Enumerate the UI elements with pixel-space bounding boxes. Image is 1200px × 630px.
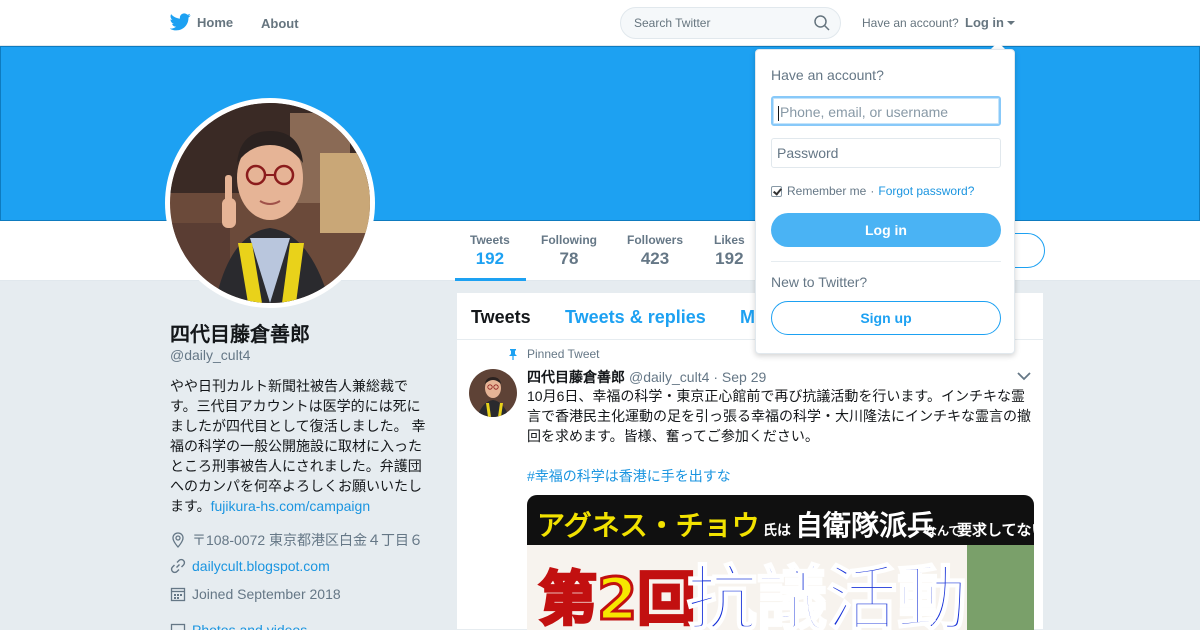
website-link[interactable]: dailycult.blogspot.com xyxy=(192,558,330,574)
pinned-label: Pinned Tweet xyxy=(507,347,600,361)
new-to-twitter-text: New to Twitter? xyxy=(771,274,868,290)
stat-label: Tweets xyxy=(470,233,510,247)
stat-label: Following xyxy=(541,233,597,247)
login-dropdown: Have an account? Phone, email, or userna… xyxy=(755,49,1015,354)
login-label: Log in xyxy=(965,15,1004,30)
joined-text: Joined September 2018 xyxy=(192,586,341,602)
username-placeholder: Phone, email, or username xyxy=(780,104,949,120)
dropdown-divider xyxy=(771,261,1001,262)
bio-link[interactable]: fujikura-hs.com/campaign xyxy=(211,498,371,514)
tab-tweets[interactable]: Tweets xyxy=(471,307,531,328)
profile-avatar[interactable] xyxy=(165,98,375,308)
dropdown-title: Have an account? xyxy=(771,67,884,83)
stat-value: 192 xyxy=(715,249,744,268)
stat-value: 423 xyxy=(640,249,670,268)
media-text-agnes: アグネス・チョウ xyxy=(537,509,760,542)
password-placeholder: Password xyxy=(777,145,839,161)
profile-joined: Joined September 2018 xyxy=(170,586,341,602)
active-stat-underline xyxy=(455,278,526,281)
stat-followers[interactable]: Followers 423 xyxy=(627,233,683,269)
tweet-avatar[interactable] xyxy=(469,369,517,417)
remember-me-checkbox[interactable] xyxy=(771,185,782,197)
avatar-photo xyxy=(170,103,370,303)
forgot-password-link[interactable]: Forgot password? xyxy=(878,184,974,198)
tweet-author-name[interactable]: 四代目藤倉善郎 xyxy=(527,367,625,387)
photos-link[interactable]: Photos and videos xyxy=(192,622,307,630)
stat-tweets[interactable]: Tweets 192 xyxy=(470,233,510,269)
profile-name: 四代目藤倉善郎 xyxy=(170,324,310,346)
top-navigation-bar: Home About Search Twitter Have an accoun… xyxy=(0,0,1200,46)
profile-location: 〒108-0072 東京都港区白金４丁目６ xyxy=(170,530,423,550)
caret-down-icon xyxy=(1007,20,1015,25)
tweet-author-handle[interactable]: @daily_cult4 xyxy=(629,369,709,385)
signup-button[interactable]: Sign up xyxy=(771,301,1001,335)
tweet-media-image[interactable]: アグネス・チョウ 氏は 自衛隊派兵 なんて 要求してない! 第2回 抗議活動 xyxy=(527,495,1034,630)
profile-website: dailycult.blogspot.com xyxy=(170,558,330,574)
location-pin-icon xyxy=(172,532,184,548)
bio-text: やや日刊カルト新聞社被告人兼総裁です。三代目アカウントは医学的には死にましたが四… xyxy=(170,378,426,514)
stat-value: 78 xyxy=(559,249,579,268)
search-input[interactable]: Search Twitter xyxy=(620,7,841,39)
remember-row: Remember me · Forgot password? xyxy=(771,184,974,198)
login-button[interactable]: Log in xyxy=(771,213,1001,247)
have-account-text: Have an account? xyxy=(862,16,959,30)
stat-label: Likes xyxy=(714,233,745,247)
password-field[interactable]: Password xyxy=(771,138,1001,168)
photo-icon xyxy=(170,623,186,630)
search-placeholder: Search Twitter xyxy=(634,16,711,30)
username-field[interactable]: Phone, email, or username xyxy=(771,96,1001,126)
tweet-hashtag[interactable]: #幸福の科学は香港に手を出すな xyxy=(527,466,731,486)
media-text-demand: 要求してない! xyxy=(957,521,1034,539)
tab-tweets-replies[interactable]: Tweets & replies xyxy=(565,307,706,328)
profile-bio: やや日刊カルト新聞社被告人兼総裁です。三代目アカウントは医学的には死にましたが四… xyxy=(170,376,430,516)
stat-following[interactable]: Following 78 xyxy=(541,233,597,269)
profile-handle: @daily_cult4 xyxy=(170,347,251,363)
media-text-protest: 抗議活動 xyxy=(687,558,967,630)
tweet-header: 四代目藤倉善郎 @daily_cult4 · Sep 29 xyxy=(527,367,766,387)
stat-label: Followers xyxy=(627,233,684,247)
pinned-text: Pinned Tweet xyxy=(527,347,600,361)
tweet-text: 10月6日、幸福の科学・東京正心館前で再び抗議活動を行います。インチキな霊言で香… xyxy=(527,388,1031,444)
stat-likes[interactable]: Likes 192 xyxy=(714,233,745,269)
calendar-icon xyxy=(170,587,186,602)
media-text-nante: なんて xyxy=(925,524,960,538)
pin-icon xyxy=(509,349,517,360)
media-text-sdf: 自衛隊派兵 xyxy=(795,509,935,542)
media-text-shi: 氏は xyxy=(763,523,791,539)
remember-me-label[interactable]: Remember me xyxy=(787,184,866,198)
nav-home-label: Home xyxy=(197,14,234,30)
text-cursor xyxy=(778,105,779,121)
nav-home-link[interactable]: Home xyxy=(170,13,233,31)
location-text: 〒108-0072 東京都港区白金４丁目６ xyxy=(192,532,424,548)
twitter-bird-icon xyxy=(170,13,191,31)
separator-dot: · xyxy=(870,184,875,198)
media-text-round2: 第2回 xyxy=(539,565,695,630)
login-dropdown-toggle[interactable]: Log in xyxy=(965,15,1015,30)
profile-photos: Photos and videos xyxy=(170,622,307,630)
link-icon xyxy=(170,558,186,574)
tweet-date[interactable]: · Sep 29 xyxy=(713,369,766,385)
stat-value: 192 xyxy=(475,249,505,268)
chevron-down-icon[interactable] xyxy=(1017,371,1031,381)
search-icon[interactable] xyxy=(814,15,830,31)
nav-about-link[interactable]: About xyxy=(261,16,299,31)
tab-media[interactable]: M xyxy=(740,307,755,328)
